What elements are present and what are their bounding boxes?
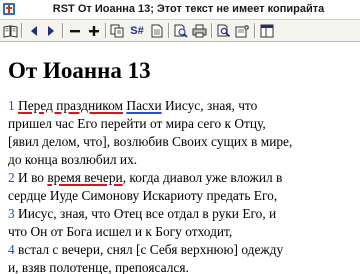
print-preview-icon[interactable]: [172, 22, 189, 39]
back-icon[interactable]: [25, 22, 42, 39]
document-icon[interactable]: [148, 22, 165, 39]
highlight-red-underline: Перед праздником: [18, 98, 124, 113]
window-title: RST От Иоанна 13; Этот текст не имеет ко…: [52, 3, 325, 15]
text-line: 4 встал с вечери, снял [с Себя верхнюю] …: [8, 241, 358, 259]
text-line: 2 И во время вечери, когда диавол уже вл…: [8, 169, 358, 187]
text-segment: встал с вечери, снял [с Себя верхнюю] од…: [14, 242, 284, 257]
text-segment: И во: [14, 170, 48, 185]
copy-icon[interactable]: [109, 22, 126, 39]
text-line: пришел час Его перейти от мира сего к От…: [8, 115, 358, 133]
text-segment: Иисус, зная, что Отец все отдал в руки Е…: [14, 206, 277, 221]
zoom-out-icon[interactable]: [66, 22, 83, 39]
text-segment: [явил делом, что], возлюбив Своих сущих …: [8, 134, 293, 149]
app-icon: [3, 3, 15, 15]
text-segment: , когда диавол уже вложил в: [122, 170, 283, 185]
text-line: 3 Иисус, зная, что Отец все отдал в руки…: [8, 205, 358, 223]
verse-text: 1 Перед праздником Пасхи Иисус, зная, чт…: [8, 97, 358, 274]
strongs-icon[interactable]: S#: [127, 22, 147, 39]
title-bar: RST От Иоанна 13; Этот текст не имеет ко…: [0, 0, 360, 20]
highlight-red-underline: время вечери: [47, 170, 123, 185]
text-line: и, взяв полотенце, препоясался.: [8, 259, 358, 274]
toolbar: S#: [0, 20, 360, 42]
verse-number[interactable]: 2: [8, 170, 15, 185]
panel-icon[interactable]: [258, 22, 275, 39]
options-icon[interactable]: [234, 22, 251, 39]
highlight-blue-underline: Пасхи: [126, 98, 162, 113]
text-segment: что Он от Бога исшел и к Богу отходит,: [8, 224, 233, 239]
text-line: до конца возлюбил их.: [8, 151, 358, 169]
text-line: 1 Перед праздником Пасхи Иисус, зная, чт…: [8, 97, 358, 115]
zoom-in-icon[interactable]: [85, 22, 102, 39]
open-book-icon[interactable]: [2, 22, 19, 39]
scripture-view[interactable]: От Иоанна 13 1 Перед праздником Пасхи Ии…: [0, 42, 360, 274]
text-segment: до конца возлюбил их.: [8, 152, 138, 167]
bible-reader-window: RST От Иоанна 13; Этот текст не имеет ко…: [0, 0, 360, 274]
print-icon[interactable]: [191, 22, 208, 39]
verse-number[interactable]: 3: [8, 206, 15, 221]
search-page-icon[interactable]: [215, 22, 232, 39]
strongs-label: S#: [130, 24, 144, 37]
forward-icon[interactable]: [42, 22, 59, 39]
text-segment: сердце Иуде Симонову Искариоту предать Е…: [8, 188, 278, 203]
text-segment: и, взяв полотенце, препоясался.: [8, 260, 189, 274]
text-segment: Иисус, зная, что: [161, 98, 258, 113]
verse-number[interactable]: 4: [8, 242, 15, 257]
text-line: сердце Иуде Симонову Искариоту предать Е…: [8, 187, 358, 205]
verse-number[interactable]: 1: [8, 98, 15, 113]
chapter-heading: От Иоанна 13: [8, 58, 151, 83]
text-segment: пришел час Его перейти от мира сего к От…: [8, 116, 266, 131]
text-line: что Он от Бога исшел и к Богу отходит,: [8, 223, 358, 241]
text-line: [явил делом, что], возлюбив Своих сущих …: [8, 133, 358, 151]
